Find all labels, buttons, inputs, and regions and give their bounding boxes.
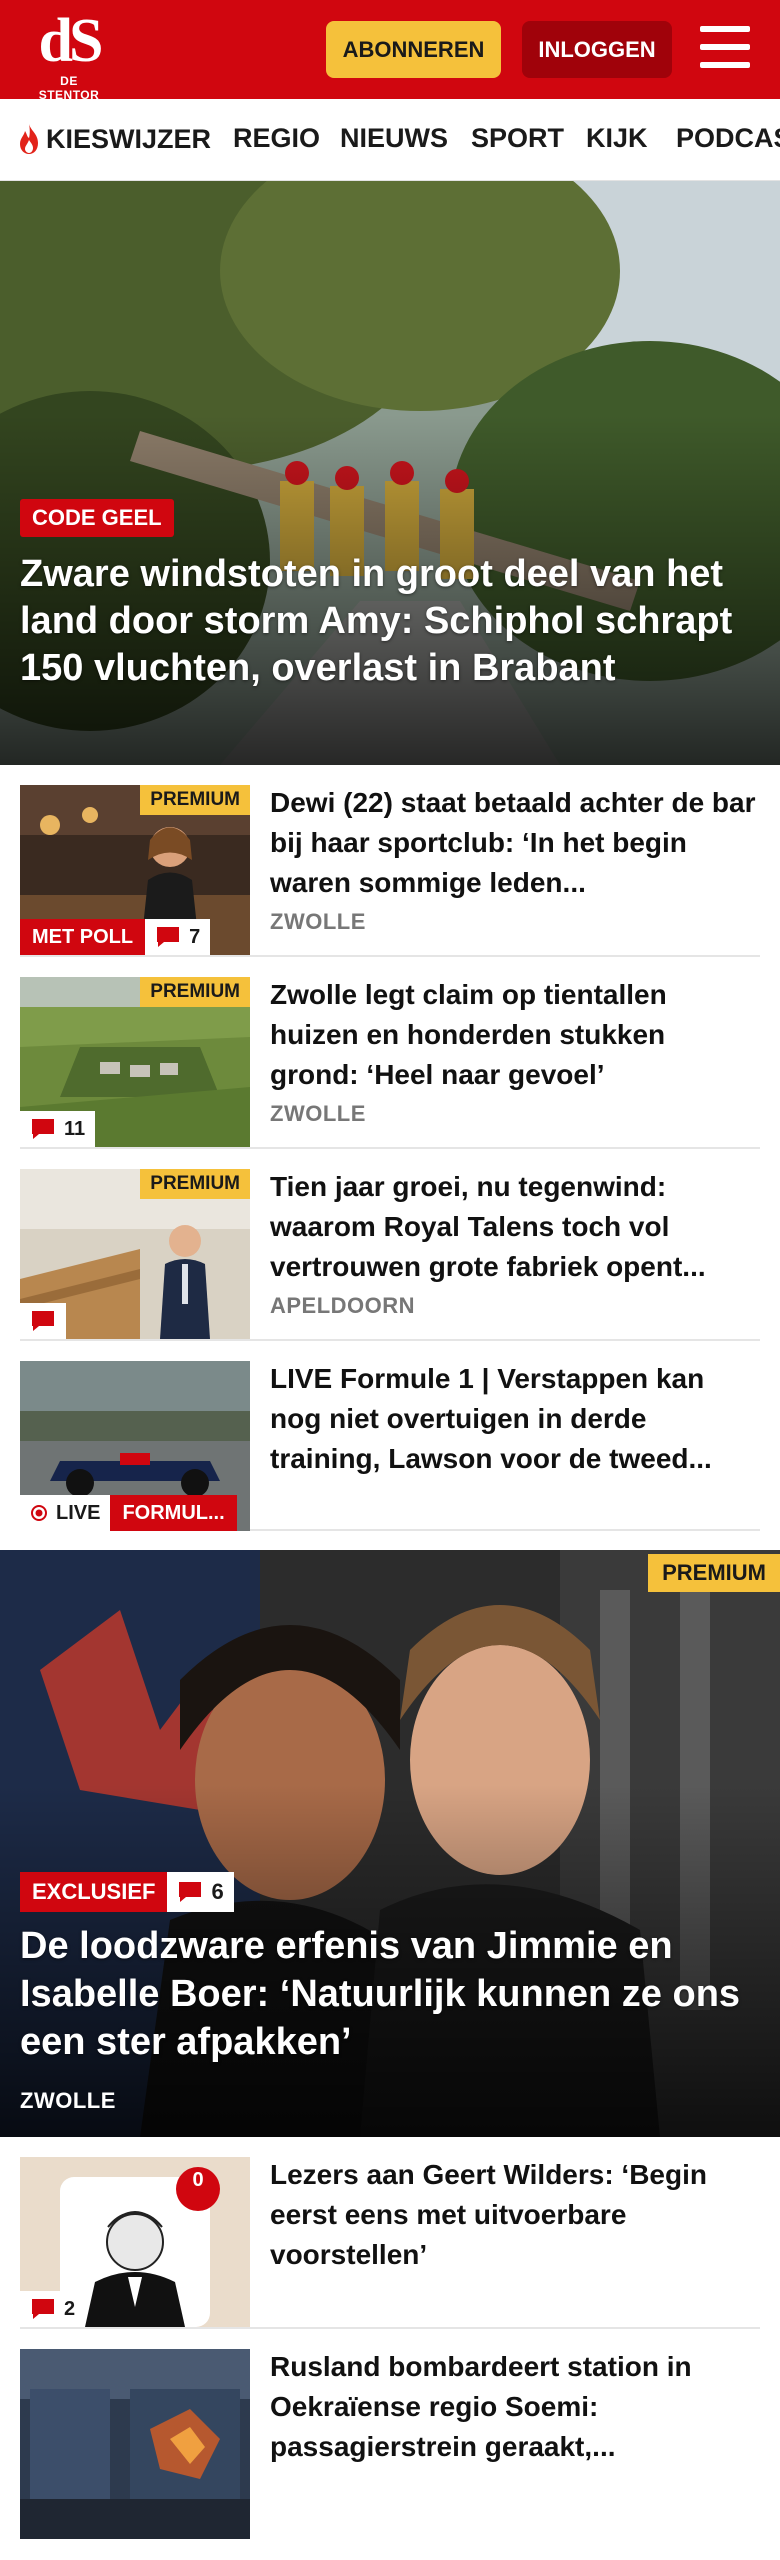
comment-count-value: 6 <box>211 1879 224 1904</box>
list-item[interactable]: PREMIUM Tien jaar groei, nu tegenwind: w… <box>20 1149 760 1341</box>
main-nav: KIESWIJZER REGIO NIEUWS SPORT KIJK PODCA… <box>0 99 780 181</box>
comment-count-value: 11 <box>64 1117 86 1140</box>
logo-mark: dS <box>38 7 104 75</box>
site-header: dS DE STENTOR ABONNEREN INLOGGEN <box>0 0 780 102</box>
nav-item-label: NIEUWS <box>340 123 448 153</box>
nav-item-nieuws[interactable]: NIEUWS <box>340 123 448 154</box>
live-dot-icon <box>31 1505 47 1521</box>
article-title[interactable]: Dewi (22) staat betaald achter de bar bi… <box>270 783 760 903</box>
article-thumbnail[interactable]: PREMIUM 11 <box>20 977 250 1147</box>
list-item[interactable]: 0 2 Lezers aan Geert Wilders: ‘Begin eer… <box>20 2137 760 2329</box>
comment-icon <box>157 927 180 947</box>
list-item[interactable]: PREMIUM 11 Zwolle legt claim op tientall… <box>20 957 760 1149</box>
comment-count: 7 <box>145 919 211 955</box>
train-photo <box>20 2349 250 2539</box>
article-thumbnail[interactable]: PREMIUM <box>20 1169 250 1339</box>
nav-item-label: SPORT <box>471 123 565 153</box>
comment-count: 6 <box>167 1872 234 1912</box>
list-item[interactable]: PREMIUM MET POLL 7 Dewi (22) staat betaa… <box>20 765 760 957</box>
article-title[interactable]: Lezers aan Geert Wilders: ‘Begin eerst e… <box>270 2155 760 2275</box>
hero-article[interactable]: CODE GEEL Zware windstoten in groot deel… <box>0 181 780 765</box>
comment-count-value: 7 <box>189 925 201 948</box>
comment-count: 11 <box>20 1111 96 1147</box>
hero-title[interactable]: Zware windstoten in groot deel van het l… <box>20 551 740 692</box>
subscribe-button[interactable]: ABONNEREN <box>326 21 501 78</box>
premium-badge: PREMIUM <box>648 1554 780 1592</box>
article-title[interactable]: Rusland bombardeert station in Oekraïens… <box>270 2347 760 2467</box>
login-button[interactable]: INLOGGEN <box>522 21 672 78</box>
comment-icon <box>32 2299 54 2319</box>
article-title[interactable]: Tien jaar groei, nu tegenwind: waarom Ro… <box>270 1167 760 1287</box>
nav-item-kieswijzer[interactable]: KIESWIJZER <box>16 123 211 155</box>
article-location: APELDOORN <box>270 1293 416 1318</box>
code-geel-label: CODE GEEL <box>20 499 174 537</box>
comment-icon <box>179 1882 202 1902</box>
live-badge: LIVE <box>20 1495 111 1531</box>
logo-subtitle: DE STENTOR <box>38 74 100 102</box>
nav-item-label: PODCAST <box>676 123 780 153</box>
article-thumbnail[interactable] <box>20 2349 250 2539</box>
comment-icon <box>32 1119 54 1139</box>
hamburger-icon[interactable] <box>700 26 750 72</box>
comment-count-value: 2 <box>64 2297 76 2320</box>
category-badge: FORMUL... <box>110 1495 237 1531</box>
article-location: ZWOLLE <box>270 1101 366 1126</box>
nav-item-label: REGIO <box>233 123 321 153</box>
feature-location: ZWOLLE <box>20 2088 116 2113</box>
article-location: ZWOLLE <box>270 909 366 934</box>
article-thumbnail[interactable]: PREMIUM MET POLL 7 <box>20 785 250 955</box>
comment-count <box>20 1303 66 1339</box>
article-title[interactable]: Zwolle legt claim op tientallen huizen e… <box>270 975 760 1095</box>
nav-item-sport[interactable]: SPORT <box>471 123 564 154</box>
flame-icon <box>20 124 38 154</box>
nav-item-podcast[interactable]: PODCAST <box>676 123 780 154</box>
premium-badge: PREMIUM <box>140 1169 250 1199</box>
premium-badge: PREMIUM <box>140 977 250 1007</box>
feature-article[interactable]: PREMIUM EXCLUSIEF 6 De loodzware erfenis… <box>0 1550 780 2137</box>
feature-tags: EXCLUSIEF 6 <box>20 1872 234 1912</box>
live-label: LIVE <box>56 1501 101 1524</box>
list-item[interactable]: Rusland bombardeert station in Oekraïens… <box>20 2329 760 2560</box>
site-logo[interactable]: dS DE STENTOR <box>28 7 110 102</box>
comment-icon <box>32 1311 54 1331</box>
nav-item-kijk[interactable]: KIJK <box>586 123 648 154</box>
hero-tag: CODE GEEL <box>20 499 174 537</box>
article-thumbnail[interactable]: 0 2 <box>20 2157 250 2327</box>
poll-badge: MET POLL <box>20 919 146 955</box>
article-thumbnail[interactable]: LIVE FORMUL... <box>20 1361 250 1531</box>
feature-title[interactable]: De loodzware erfenis van Jimmie en Isabe… <box>20 1922 750 2066</box>
article-title[interactable]: LIVE Formule 1 | Verstappen kan nog niet… <box>270 1359 760 1479</box>
nav-item-label: KIJK <box>586 123 648 153</box>
notification-count: 0 <box>192 2169 204 2191</box>
nav-item-label: KIESWIJZER <box>46 123 212 154</box>
comment-count: 2 <box>20 2291 86 2327</box>
exclusive-label: EXCLUSIEF <box>20 1872 168 1912</box>
nav-item-regio[interactable]: REGIO <box>233 123 320 154</box>
list-item[interactable]: LIVE FORMUL... LIVE Formule 1 | Verstapp… <box>20 1341 760 1531</box>
premium-badge: PREMIUM <box>140 785 250 815</box>
